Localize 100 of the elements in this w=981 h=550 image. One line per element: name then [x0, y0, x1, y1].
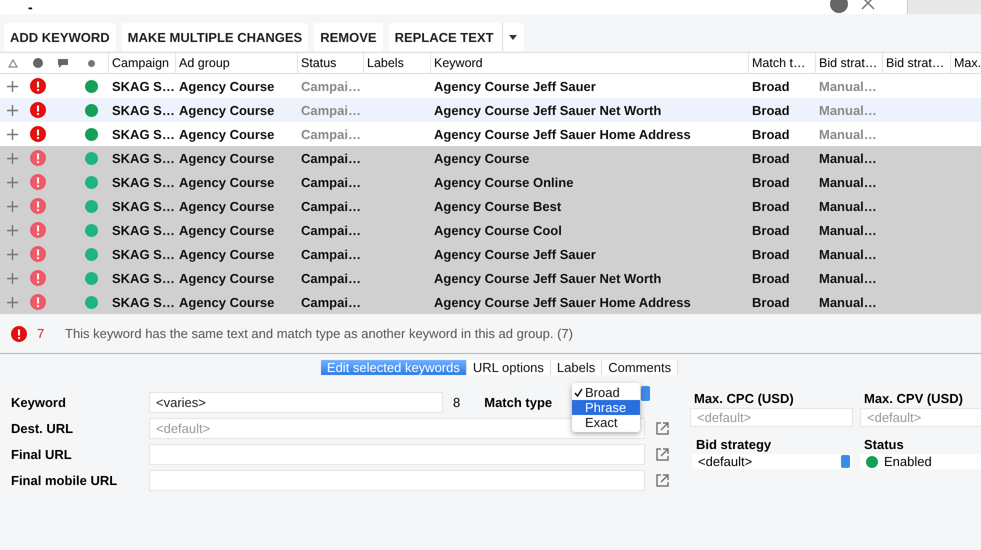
- menu-option[interactable]: Broad: [572, 385, 640, 400]
- column-header[interactable]: Labels: [363, 53, 430, 73]
- field-label: Match type: [484, 395, 552, 410]
- keyword-field[interactable]: <varies>: [149, 392, 443, 413]
- table-row[interactable]: SKAG S… Agency Course Campai… Agency Course Online Broad Manual…: [0, 170, 981, 194]
- table-cell-text: SKAG S…: [111, 222, 175, 238]
- external-link-icon[interactable]: [655, 473, 670, 488]
- table-cell-text: SKAG S…: [111, 294, 175, 310]
- stepper-icon[interactable]: [841, 455, 850, 468]
- error-icon: [11, 326, 27, 342]
- column-header[interactable]: Campaign: [108, 53, 175, 73]
- status-dot-icon: [85, 200, 98, 212]
- table-row[interactable]: SKAG S… Agency Course Campai… Agency Course Jeff Sauer Net Worth Broad Manual…: [0, 266, 981, 290]
- plus-icon[interactable]: [7, 296, 18, 308]
- table-cell-text: Campai…: [300, 246, 362, 262]
- column-header[interactable]: Keyword: [430, 53, 748, 73]
- column-header[interactable]: Match t…: [748, 53, 815, 73]
- comment-icon: [58, 58, 68, 68]
- table-cell-text: SKAG S…: [111, 78, 175, 94]
- table-cell-text: Agency Course: [178, 78, 276, 94]
- status-dot-icon: [866, 456, 878, 468]
- error-icon: [30, 102, 46, 118]
- plus-icon[interactable]: [7, 80, 18, 92]
- table-cell-text: Agency Course Jeff Sauer: [433, 78, 597, 94]
- table-cell-text: Broad: [751, 150, 791, 166]
- table-row[interactable]: SKAG S… Agency Course Campai… Agency Course Best Broad Manual…: [0, 194, 981, 218]
- error-icon: [30, 294, 46, 310]
- column-header[interactable]: Status: [297, 53, 363, 73]
- table-cell-text: Agency Course: [178, 270, 276, 286]
- replace-text-button[interactable]: REPLACE TEXT: [388, 23, 524, 51]
- table-cell-text: SKAG S…: [111, 126, 175, 142]
- plus-icon[interactable]: [7, 248, 18, 260]
- sort-icon[interactable]: [8, 58, 18, 68]
- column-header[interactable]: Max.: [950, 53, 981, 73]
- external-link-icon[interactable]: [655, 447, 670, 462]
- status-dot-icon: [85, 128, 98, 140]
- column-header[interactable]: Bid strat…: [815, 53, 882, 73]
- table-cell-text: SKAG S…: [111, 102, 175, 118]
- column-header[interactable]: Bid strat…: [882, 53, 950, 73]
- plus-icon[interactable]: [7, 176, 18, 188]
- plus-icon[interactable]: [7, 200, 18, 212]
- plus-icon[interactable]: [7, 104, 18, 116]
- table-cell-text: Campai…: [300, 78, 362, 94]
- table-cell-text: Manual…: [818, 150, 878, 166]
- field-label: Dest. URL: [11, 421, 74, 436]
- table-cell-text: Campai…: [300, 126, 362, 142]
- tab[interactable]: Comments: [602, 360, 678, 375]
- final-url-field[interactable]: [149, 444, 645, 465]
- plus-icon[interactable]: [7, 272, 18, 284]
- table-cell-text: Agency Course Best: [433, 198, 562, 214]
- menu-option[interactable]: Phrase: [572, 400, 640, 415]
- status-dot-icon: [85, 296, 98, 308]
- column-header[interactable]: Ad group: [175, 53, 297, 73]
- match-type-menu[interactable]: Broad Phrase Exact: [572, 383, 640, 432]
- table-cell-text: Manual…: [818, 102, 878, 118]
- table-cell-text: Manual…: [818, 294, 878, 310]
- error-icon: [30, 270, 46, 286]
- stepper-icon[interactable]: [641, 386, 650, 401]
- plus-icon[interactable]: [7, 224, 18, 236]
- table-cell-text: Agency Course: [433, 150, 530, 166]
- table-cell-text: SKAG S…: [111, 198, 175, 214]
- status-select[interactable]: Enabled: [860, 454, 981, 469]
- table-row[interactable]: SKAG S… Agency Course Campai… Agency Course Jeff Sauer Broad Manual…: [0, 74, 981, 98]
- tab[interactable]: URL options: [466, 360, 551, 375]
- field-label: Keyword: [11, 395, 67, 410]
- table-row[interactable]: SKAG S… Agency Course Campai… Agency Course Jeff Sauer Home Address Broad Manual…: [0, 122, 981, 146]
- menu-option[interactable]: Exact: [572, 415, 640, 430]
- table-row[interactable]: SKAG S… Agency Course Campai… Agency Course Jeff Sauer Broad Manual…: [0, 242, 981, 266]
- table-cell-text: SKAG S…: [111, 174, 175, 190]
- toolbar-button[interactable]: REMOVE: [314, 23, 383, 51]
- table-cell-text: Agency Course Jeff Sauer Home Address: [433, 294, 692, 310]
- table-cell-text: Broad: [751, 198, 791, 214]
- table-cell-text: SKAG S…: [111, 246, 175, 262]
- tab[interactable]: Labels: [550, 360, 602, 375]
- table-cell-text: Agency Course: [178, 102, 276, 118]
- table-cell-text: Campai…: [300, 270, 362, 286]
- table-cell-text: Agency Course: [178, 246, 276, 262]
- field-label: Final URL: [11, 447, 73, 462]
- table-row[interactable]: SKAG S… Agency Course Campai… Agency Course Broad Manual…: [0, 146, 981, 170]
- caret-icon[interactable]: [509, 34, 518, 40]
- toolbar-button[interactable]: MAKE MULTIPLE CHANGES: [122, 23, 308, 51]
- toolbar-button[interactable]: ADD KEYWORD: [4, 23, 116, 51]
- error-icon: [30, 198, 46, 214]
- plus-icon[interactable]: [7, 152, 18, 164]
- external-link-icon[interactable]: [655, 421, 670, 436]
- table-row[interactable]: SKAG S… Agency Course Campai… Agency Course Jeff Sauer Net Worth Broad Manual…: [0, 98, 981, 122]
- error-icon: [30, 174, 46, 190]
- table-row[interactable]: SKAG S… Agency Course Campai… Agency Course Cool Broad Manual…: [0, 218, 981, 242]
- table-cell-text: Campai…: [300, 174, 362, 190]
- field-label: Max. CPV (USD): [864, 391, 964, 406]
- error-icon: [30, 150, 46, 166]
- search-field[interactable]: -: [0, 0, 908, 14]
- final-mobile-url-field[interactable]: [149, 470, 645, 491]
- bid-strategy-select[interactable]: <default>: [692, 454, 852, 469]
- table-cell-text: SKAG S…: [111, 150, 175, 166]
- table-row[interactable]: SKAG S… Agency Course Campai… Agency Course Jeff Sauer Home Address Broad Manual…: [0, 290, 981, 314]
- status-dot-icon: [85, 104, 98, 116]
- table-cell-text: Agency Course Jeff Sauer Home Address: [433, 126, 692, 142]
- table-cell-text: Manual…: [818, 126, 878, 142]
- plus-icon[interactable]: [7, 128, 18, 140]
